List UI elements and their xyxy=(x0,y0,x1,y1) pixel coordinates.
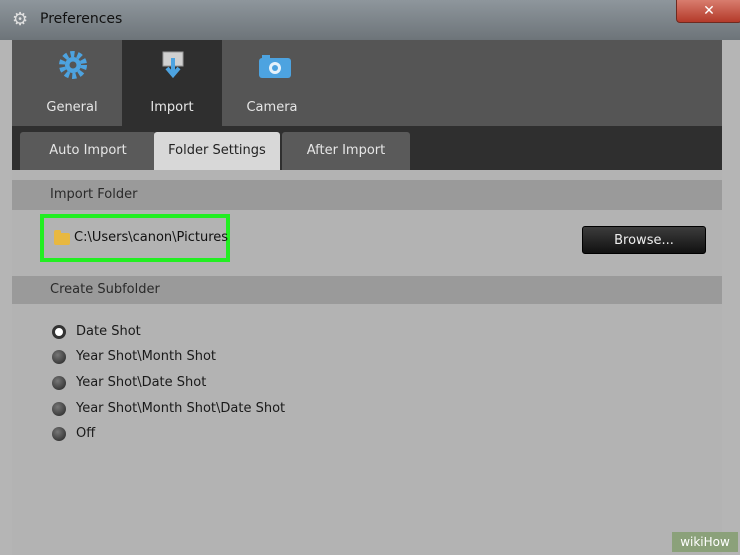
import-icon xyxy=(162,51,184,79)
radio-unselected-icon xyxy=(52,376,66,390)
radio-label: Year Shot\Month Shot\Date Shot xyxy=(76,401,286,416)
folder-settings-panel: Import Folder C:\Users\canon\Pictures Br… xyxy=(12,170,722,555)
import-folder-path[interactable]: C:\Users\canon\Pictures xyxy=(40,214,230,262)
camera-icon xyxy=(259,55,291,78)
radio-selected-icon xyxy=(52,325,66,339)
import-folder-path-text: C:\Users\canon\Pictures xyxy=(74,230,229,245)
import-folder-heading-text: Import Folder xyxy=(50,187,138,202)
close-button[interactable]: ✕ xyxy=(676,0,740,23)
tab-after-import[interactable]: After Import xyxy=(282,132,410,170)
gear-icon: ⚙ xyxy=(12,9,29,30)
tab-camera-label: Camera xyxy=(246,100,298,115)
create-subfolder-heading-text: Create Subfolder xyxy=(50,282,160,297)
folder-icon xyxy=(54,230,70,245)
radio-unselected-icon xyxy=(52,427,66,441)
radio-label: Year Shot\Date Shot xyxy=(76,375,207,390)
radio-unselected-icon xyxy=(52,350,66,364)
window-title: Preferences xyxy=(40,11,123,27)
import-folder-heading: Import Folder xyxy=(12,180,722,210)
tab-auto-import[interactable]: Auto Import xyxy=(20,132,156,170)
radio-label: Date Shot xyxy=(76,324,141,339)
preferences-window: ⚙ Preferences ✕ General Import Camera Au… xyxy=(0,0,740,555)
radio-unselected-icon xyxy=(52,402,66,416)
wikihow-watermark: wikiHow xyxy=(672,532,738,552)
main-tab-strip: General Import Camera xyxy=(12,40,722,126)
gear-icon xyxy=(59,51,87,79)
tab-import-label: Import xyxy=(150,100,194,115)
create-subfolder-heading: Create Subfolder xyxy=(12,276,722,304)
browse-button[interactable]: Browse... xyxy=(582,226,706,254)
tab-import[interactable]: Import xyxy=(122,40,222,126)
tab-general-label: General xyxy=(46,100,98,115)
sub-tab-strip: Auto Import Folder Settings After Import xyxy=(12,126,722,170)
tab-general[interactable]: General xyxy=(22,40,122,126)
radio-label: Year Shot\Month Shot xyxy=(76,349,216,364)
tab-folder-settings[interactable]: Folder Settings xyxy=(154,132,280,170)
tab-camera[interactable]: Camera xyxy=(222,40,322,126)
radio-label: Off xyxy=(76,426,96,441)
title-bar[interactable]: ⚙ Preferences ✕ xyxy=(0,0,740,40)
